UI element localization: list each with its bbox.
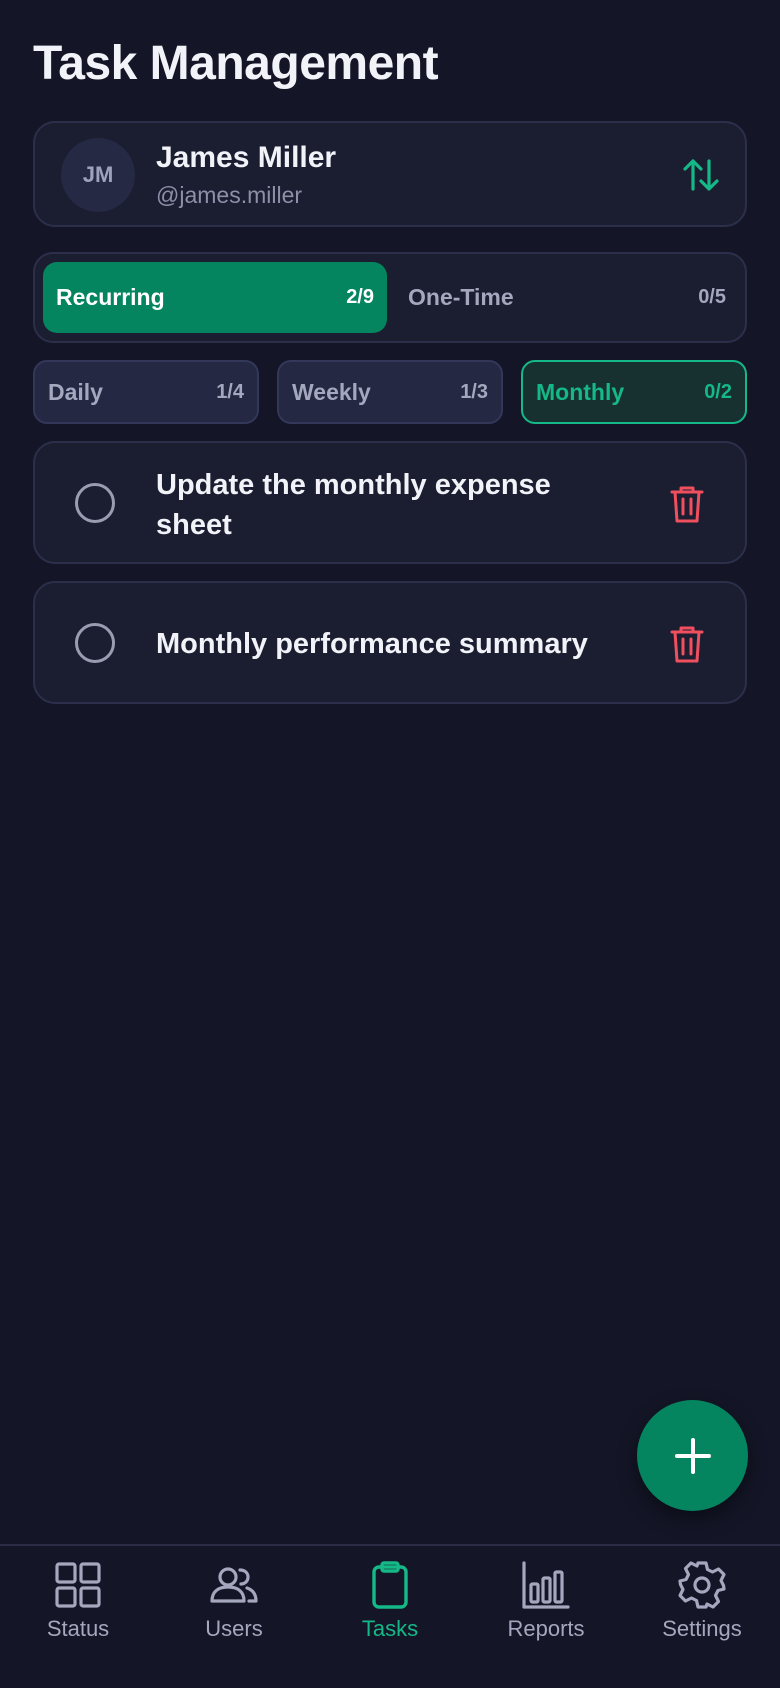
subtab-monthly-count: 0/2 xyxy=(704,380,732,403)
switch-user-button[interactable] xyxy=(679,153,723,197)
nav-tasks[interactable]: Tasks xyxy=(312,1560,468,1670)
clipboard-icon xyxy=(372,1561,408,1609)
task-card: Update the monthly expense sheet xyxy=(33,441,747,564)
subtab-weekly-label: Weekly xyxy=(292,378,371,405)
tab-recurring-count: 2/9 xyxy=(346,286,374,308)
plus-icon xyxy=(674,1437,711,1474)
task-title: Monthly performance summary xyxy=(156,628,588,660)
subtab-weekly-count: 1/3 xyxy=(460,380,488,403)
bar-chart-icon xyxy=(522,1561,570,1609)
page-title: Task Management xyxy=(33,37,439,90)
task-type-segmented-control: Recurring 2/9 One-Time 0/5 xyxy=(33,252,747,343)
avatar-initials: JM xyxy=(82,162,114,187)
nav-users[interactable]: Users xyxy=(156,1560,312,1670)
users-icon xyxy=(210,1567,258,1603)
tab-recurring[interactable]: Recurring 2/9 xyxy=(43,262,387,333)
tab-recurring-label: Recurring xyxy=(56,284,165,310)
grid-icon xyxy=(55,1562,101,1608)
app-screen: Task Management JM James Miller @james.m… xyxy=(0,0,780,1688)
tab-one-time-label: One-Time xyxy=(408,284,514,310)
task-checkbox[interactable] xyxy=(75,483,115,523)
avatar: JM xyxy=(61,138,135,212)
subtab-monthly-label: Monthly xyxy=(536,378,625,405)
task-checkbox[interactable] xyxy=(75,623,115,663)
tab-one-time[interactable]: One-Time 0/5 xyxy=(395,262,739,333)
nav-status[interactable]: Status xyxy=(0,1560,156,1670)
subtab-daily-label: Daily xyxy=(48,378,103,405)
subtab-daily-count: 1/4 xyxy=(216,380,244,403)
gear-icon xyxy=(678,1561,726,1609)
delete-task-button[interactable] xyxy=(669,624,705,664)
subtab-weekly[interactable]: Weekly 1/3 xyxy=(277,360,503,424)
user-card: JM James Miller @james.miller xyxy=(33,121,747,227)
task-card: Monthly performance summary xyxy=(33,581,747,704)
nav-reports[interactable]: Reports xyxy=(468,1560,624,1670)
nav-reports-label: Reports xyxy=(507,1616,585,1641)
delete-task-button[interactable] xyxy=(669,484,705,524)
bottom-navigation: Status Users Tasks Reports Settings xyxy=(0,1544,780,1688)
swap-vertical-icon xyxy=(683,159,719,191)
user-handle: @james.miller xyxy=(156,182,303,208)
nav-settings-label: Settings xyxy=(662,1616,742,1641)
trash-icon xyxy=(670,626,704,663)
nav-users-label: Users xyxy=(205,1616,263,1641)
nav-settings[interactable]: Settings xyxy=(624,1560,780,1670)
subtab-daily[interactable]: Daily 1/4 xyxy=(33,360,259,424)
tab-one-time-count: 0/5 xyxy=(698,286,726,308)
nav-tasks-label: Tasks xyxy=(361,1616,419,1641)
user-name: James Miller xyxy=(156,141,337,174)
task-title: Update the monthly expense sheet xyxy=(156,469,551,541)
trash-icon xyxy=(670,486,704,523)
nav-status-label: Status xyxy=(46,1616,110,1641)
subtab-monthly[interactable]: Monthly 0/2 xyxy=(521,360,747,424)
add-task-button[interactable] xyxy=(637,1400,748,1511)
